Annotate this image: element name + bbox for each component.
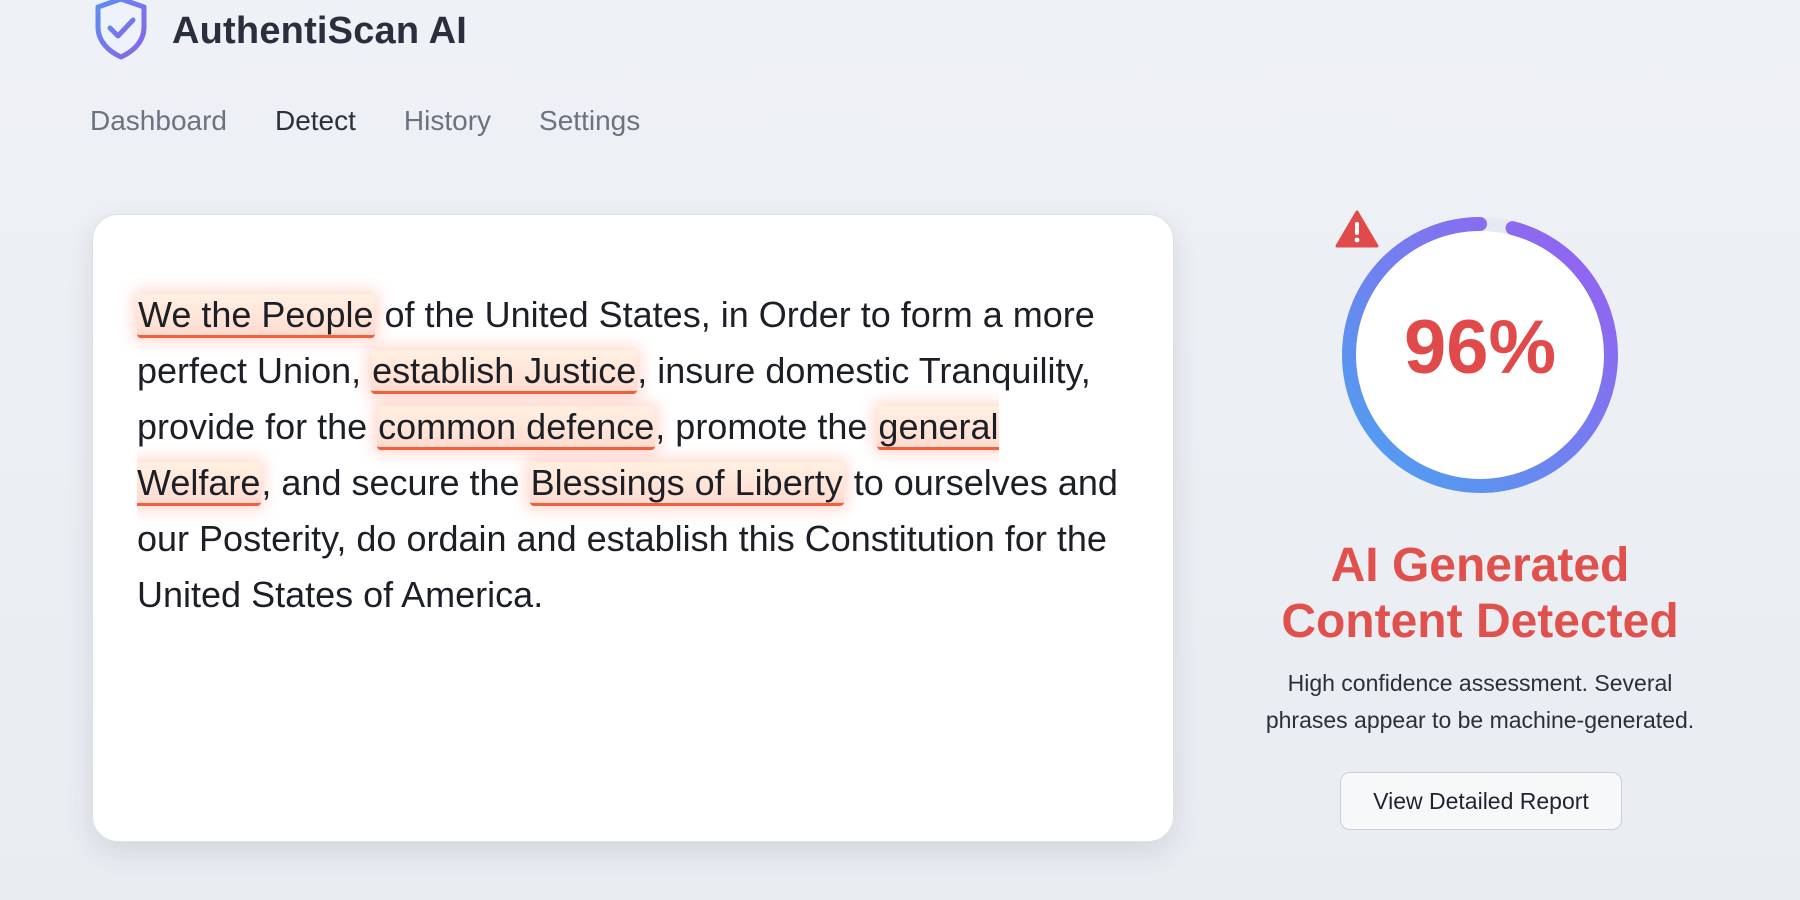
nav-detect[interactable]: Detect (275, 105, 356, 137)
analyzed-text-card: We the People of the United States, in O… (92, 214, 1174, 842)
description-line-2: phrases appear to be machine-generated. (1265, 707, 1695, 733)
app-brand: AuthentiScan AI (88, 0, 467, 62)
view-report-button[interactable]: View Detailed Report (1340, 772, 1622, 830)
text-segment: , promote the (655, 406, 878, 447)
verdict-line-1: AI Generated (1330, 539, 1630, 592)
description-line-1: High confidence assessment. Several (1287, 670, 1673, 696)
detection-result-panel: 96% AI Generated Content Detected High c… (1220, 210, 1740, 850)
nav-settings[interactable]: Settings (539, 105, 640, 137)
flagged-phrase: common defence (377, 406, 656, 450)
flagged-phrase: Blessings of Liberty (529, 462, 844, 506)
confidence-score: 96% (1403, 305, 1557, 390)
app-name: AuthentiScan AI (172, 9, 468, 52)
nav-dashboard[interactable]: Dashboard (90, 105, 227, 137)
flagged-phrase: We the People (137, 294, 375, 338)
verdict-line-2: Content Detected (1281, 595, 1679, 648)
verdict-heading: AI Generated Content Detected (1220, 538, 1740, 650)
verdict-description: High confidence assessment. Several phra… (1220, 665, 1740, 739)
main-nav: Dashboard Detect History Settings (90, 105, 640, 137)
shield-check-icon (95, 0, 147, 60)
warning-triangle-icon (1335, 210, 1379, 248)
text-segment: , and secure the (261, 462, 530, 503)
flagged-phrase: establish Justice (371, 350, 638, 394)
analyzed-text: We the People of the United States, in O… (137, 287, 1137, 623)
confidence-gauge: 96% (1335, 210, 1625, 500)
nav-history[interactable]: History (404, 105, 491, 137)
